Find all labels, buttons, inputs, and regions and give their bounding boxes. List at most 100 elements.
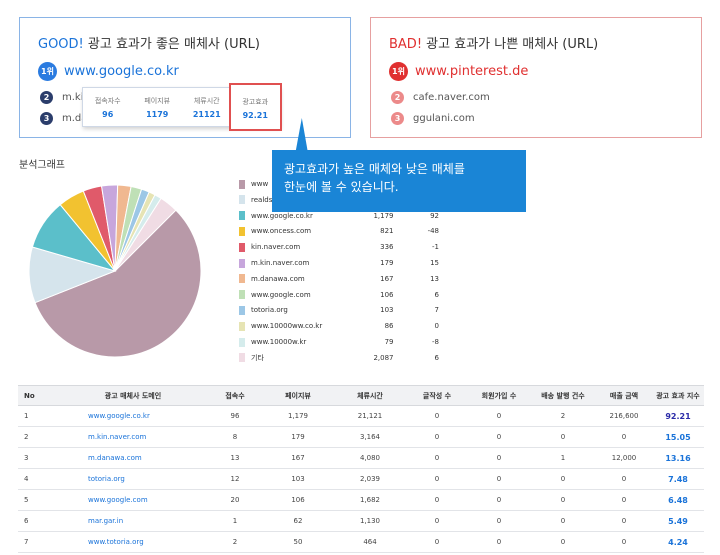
legend-name: www.oncess.com	[251, 227, 312, 236]
table-cell: 0	[406, 426, 468, 448]
table-cell: 1	[530, 447, 596, 469]
legend-swatch	[239, 242, 245, 252]
legend-item: m.danawa.com 167 13	[239, 273, 439, 285]
rank-1-badge: 1위	[389, 62, 408, 81]
good-tag: GOOD!	[38, 37, 84, 52]
col-dwell: 체류시간	[334, 385, 406, 406]
table-cell: 4	[18, 468, 58, 490]
bad-rank-2-site[interactable]: cafe.naver.com	[413, 92, 490, 103]
metric-visitors: 접속자수 96	[83, 88, 133, 126]
table-cell: 12,000	[596, 447, 652, 469]
table-cell: 0	[596, 426, 652, 448]
metric-value: 21121	[192, 110, 221, 119]
rank-2-badge: 2	[40, 91, 53, 104]
table-cell: 3,164	[334, 426, 406, 448]
col-domain: 광고 매체사 도메인	[58, 385, 208, 406]
ad-score-cell: 7.48	[652, 468, 704, 490]
table-cell: 50	[262, 531, 334, 553]
legend-change: 92	[430, 211, 439, 220]
legend-value: 1,179	[373, 211, 394, 220]
table-row[interactable]: 3 m.danawa.com 13 167 4,080 0 0 1 12,000 13.16	[18, 447, 704, 469]
metric-value: 1179	[146, 110, 169, 119]
table-cell: 0	[596, 531, 652, 553]
bad-rank-1-site[interactable]: www.pinterest.de	[415, 64, 528, 79]
legend-change: 6	[434, 290, 439, 299]
table-row[interactable]: 4 totoria.org 12 103 2,039 0 0 0 0 7.48	[18, 468, 704, 490]
table-row[interactable]: 2 m.kin.naver.com 8 179 3,164 0 0 0 0 15.05	[18, 426, 704, 448]
col-posts: 글작성 수	[406, 385, 468, 406]
domain-link[interactable]: www.totoria.org	[58, 531, 208, 553]
col-visits: 접속수	[208, 385, 262, 406]
col-sales: 매출 금액	[596, 385, 652, 406]
domain-link[interactable]: totoria.org	[58, 468, 208, 490]
metric-label: 접속자수	[94, 97, 121, 105]
table-cell: 0	[530, 489, 596, 511]
legend-item: 기타 2,087 6	[239, 352, 439, 364]
table-cell: 1,179	[262, 405, 334, 427]
bad-media-card: BAD! 광고 효과가 나쁜 매체사 (URL) 1위 www.pinteres…	[370, 17, 702, 138]
ad-score-cell: 92.21	[652, 405, 704, 427]
col-signups: 회원가입 수	[468, 385, 530, 406]
legend-item: www.10000ww.co.kr 86 0	[239, 320, 439, 332]
domain-link[interactable]: m.kin.naver.com	[58, 426, 208, 448]
table-cell: 0	[530, 510, 596, 532]
metrics-popup: 접속자수 96 페이지뷰 1179 체류시간 21121 광고효과 92.21	[82, 83, 282, 131]
legend-item: totoria.org 103 7	[239, 304, 439, 316]
domain-link[interactable]: m.danawa.com	[58, 447, 208, 469]
legend-swatch	[239, 226, 245, 236]
legend-item: www.google.com 106 6	[239, 289, 439, 301]
metric-ad-effect: 광고효과 92.21	[228, 83, 282, 131]
table-cell: 0	[530, 531, 596, 553]
legend-change: 0	[434, 322, 439, 331]
bad-rank-3-site[interactable]: ggulani.com	[413, 113, 475, 124]
good-rank-1-site[interactable]: www.google.co.kr	[64, 64, 179, 79]
table-cell: 20	[208, 489, 262, 511]
domain-link[interactable]: www.google.com	[58, 489, 208, 511]
table-cell: 2	[18, 426, 58, 448]
media-table: No 광고 매체사 도메인 접속수 페이지뷰 체류시간 글작성 수 회원가입 수…	[18, 385, 704, 553]
good-rank-1[interactable]: 1위 www.google.co.kr	[38, 62, 179, 81]
legend-name: www.google.co.kr	[251, 211, 313, 220]
table-cell: 0	[406, 531, 468, 553]
legend-swatch	[239, 211, 245, 221]
legend-value: 103	[380, 306, 394, 315]
legend-swatch	[239, 321, 245, 331]
legend-value: 167	[380, 274, 394, 283]
legend-swatch	[239, 353, 245, 363]
legend-value: 179	[380, 259, 394, 267]
table-row[interactable]: 1 www.google.co.kr 96 1,179 21,121 0 0 2 216,600…	[18, 405, 704, 427]
table-cell: 6	[18, 510, 58, 532]
legend-name: www.google.com	[251, 290, 311, 299]
table-cell: 0	[468, 489, 530, 511]
bad-rank-2[interactable]: 2 cafe.naver.com	[391, 91, 490, 104]
metric-label: 체류시간	[193, 97, 220, 105]
table-row[interactable]: 7 www.totoria.org 2 50 464 0 0 0 0 4.24	[18, 531, 704, 553]
domain-link[interactable]: mar.gar.in	[58, 510, 208, 532]
bad-rank-3[interactable]: 3 ggulani.com	[391, 112, 475, 125]
legend-swatch	[239, 337, 245, 347]
bad-tag: BAD!	[389, 37, 423, 52]
metric-pageviews: 페이지뷰 1179	[133, 88, 183, 126]
domain-link[interactable]: www.google.co.kr	[58, 405, 208, 427]
bad-rank-1[interactable]: 1위 www.pinterest.de	[389, 62, 528, 81]
table-cell: 0	[406, 489, 468, 511]
table-cell: 0	[468, 531, 530, 553]
table-row[interactable]: 6 mar.gar.in 1 62 1,130 0 0 0 0 5.49	[18, 510, 704, 532]
metric-value: 92.21	[242, 111, 268, 120]
table-cell: 96	[208, 405, 262, 427]
legend-name: m.danawa.com	[251, 274, 305, 283]
table-cell: 1,682	[334, 489, 406, 511]
table-cell: 103	[262, 468, 334, 490]
ad-score-cell: 15.05	[652, 426, 704, 448]
table-cell: 0	[468, 447, 530, 469]
ad-score-cell: 6.48	[652, 489, 704, 511]
table-cell: 0	[468, 510, 530, 532]
good-card-title-text: 광고 효과가 좋은 매체사 (URL)	[83, 37, 260, 52]
table-cell: 7	[18, 531, 58, 553]
legend-item: www.oncess.com 821 -48	[239, 225, 439, 237]
metric-label: 페이지뷰	[144, 97, 171, 105]
metric-dwell-time: 체류시간 21121	[182, 88, 232, 126]
table-row[interactable]: 5 www.google.com 20 106 1,682 0 0 0 0 6.48	[18, 489, 704, 511]
legend-swatch	[239, 195, 245, 205]
table-cell: 2	[208, 531, 262, 553]
